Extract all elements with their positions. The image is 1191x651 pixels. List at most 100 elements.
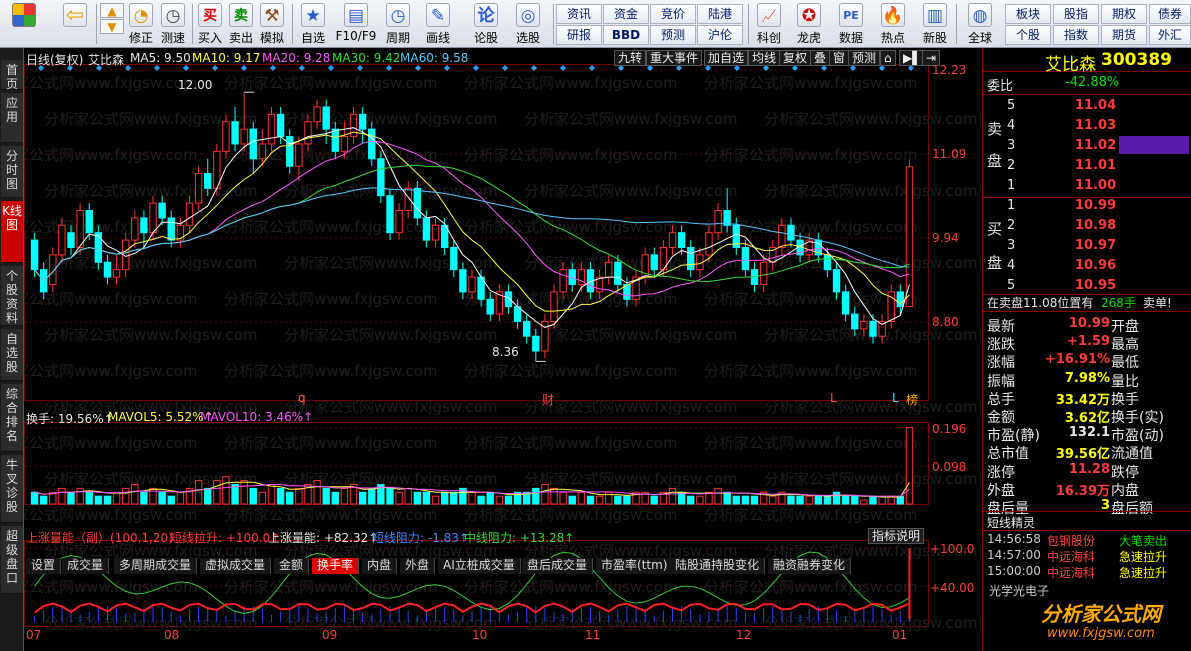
tab-timeshare[interactable]: 分时图	[1, 146, 23, 198]
kechuang-button[interactable]: 📈 科创	[752, 2, 786, 46]
research-button[interactable]: 研报	[556, 25, 602, 45]
add-watch-button[interactable]: 加自选	[704, 50, 749, 66]
adjust-price-button[interactable]: 复权	[779, 50, 812, 66]
discuss-button[interactable]: 论 论股	[469, 2, 503, 46]
stat-value: 10.99	[1068, 316, 1110, 331]
futures-button[interactable]: 期货	[1101, 25, 1147, 45]
tab-kline[interactable]: K线图	[1, 201, 23, 263]
shanghai-london-button[interactable]: 沪伦	[697, 25, 743, 45]
volume-bar	[358, 491, 367, 505]
predict-button[interactable]: 预测	[848, 50, 881, 66]
tab-apps[interactable]: 应用	[1, 93, 23, 143]
hot-button[interactable]: 🔥 热点	[876, 2, 910, 46]
watermark-text: 分析家公式网www.fxjgsw.com	[284, 614, 498, 632]
speed-test-button[interactable]: ◷ 测速	[157, 2, 189, 46]
period-button[interactable]: ◷ 周期	[381, 2, 415, 46]
sprite-item[interactable]: 15:00:00 中远海科 急速拉升	[983, 564, 1191, 584]
stocks-button[interactable]: 个股	[1005, 25, 1051, 45]
index-button[interactable]: 指数	[1053, 25, 1099, 45]
volume-bar	[468, 491, 476, 505]
options-button[interactable]: 期权	[1101, 4, 1147, 24]
forecast-button[interactable]: 预测	[650, 25, 696, 45]
tab-amount[interactable]: 金额	[274, 558, 310, 574]
tab-turnover-rate[interactable]: 换手率	[312, 558, 360, 574]
watchlist-button[interactable]: ★ 自选	[296, 2, 330, 46]
data-button[interactable]: PE 数据	[834, 2, 868, 46]
tab-ai-pile-volume[interactable]: AI立桩成交量	[438, 558, 521, 574]
watermark-text: 分析家公式网www.fxjgsw.com	[464, 146, 678, 164]
tab-watchlist[interactable]: 自选股	[1, 329, 23, 381]
candle-body	[522, 320, 531, 337]
major-events-button[interactable]: 重大事件	[646, 50, 703, 66]
volume-bar	[614, 495, 622, 505]
sell-button[interactable]: 卖 卖出	[226, 2, 256, 46]
tab-diagnosis[interactable]: 牛叉诊股	[1, 455, 23, 523]
window-button[interactable]: 窗	[829, 50, 850, 66]
funds-button[interactable]: 资金	[603, 4, 649, 24]
stock-screen-button[interactable]: ◎ 选股	[508, 2, 548, 46]
new-stock-button[interactable]: ▥ 新股	[918, 2, 952, 46]
global-button[interactable]: ◍ 全球	[960, 2, 1000, 46]
sector-button[interactable]: 板块	[1005, 4, 1051, 24]
info-button[interactable]: 资讯	[556, 4, 602, 24]
tab-after-hours-volume[interactable]: 盘后成交量	[522, 558, 594, 574]
forex-button[interactable]: 外汇	[1149, 25, 1191, 45]
f10-button[interactable]: ▤ F10/F9	[334, 2, 378, 46]
tab-multi-period-volume[interactable]: 多周期成交量	[114, 558, 198, 574]
tab-inner-volume[interactable]: 内盘	[362, 558, 398, 574]
event-mark-l1[interactable]: L	[830, 391, 837, 405]
bonds-button[interactable]: 债券	[1149, 4, 1191, 24]
watermark-text: 分析家公式网www.fxjgsw.com	[224, 218, 438, 236]
candle-body	[459, 269, 467, 293]
volume-bar	[204, 487, 212, 505]
data-label: 数据	[838, 31, 863, 45]
up-down-button[interactable]: ▲ ▼	[100, 2, 124, 46]
volume-tick-1: 0.196	[932, 422, 967, 436]
stat-label-2: 跌停	[1111, 464, 1139, 481]
bid-level-1: 1	[1007, 198, 1016, 213]
bid-price-4: 10.96	[1075, 258, 1117, 273]
tab-hk-holding-change[interactable]: 陆股通持股变化	[670, 558, 766, 574]
watermark-text: 分析家公式网www.fxjgsw.com	[704, 434, 918, 452]
app-grid-button[interactable]	[4, 2, 44, 46]
ma-button[interactable]: 均线	[748, 50, 781, 66]
watermark-text: 分析家公式网www.fxjgsw.com	[224, 74, 438, 92]
tab-home[interactable]: 首页	[1, 60, 23, 91]
event-mark-l2[interactable]: L	[892, 391, 899, 405]
overlay-button[interactable]: 叠	[810, 50, 831, 66]
tab-settings[interactable]: 设置	[26, 558, 62, 574]
tab-ranking[interactable]: 综合排名	[1, 384, 23, 452]
watermark-text: 分析家公式网www.fxjgsw.com	[704, 146, 918, 164]
candle-body	[677, 232, 686, 248]
kline-chart-area[interactable]: 分析家公式网www.fxjgsw.com 分析家公式网www.fxjgsw.com…	[24, 48, 982, 651]
volume-bar	[732, 495, 740, 505]
adjust-button[interactable]: ◔ 修正	[125, 2, 157, 46]
stat-label-2: 最高	[1111, 337, 1139, 354]
event-mark-cai[interactable]: 财	[542, 391, 554, 408]
order-alert-volume: 268手	[1101, 296, 1136, 310]
event-mark-q[interactable]: q	[298, 391, 306, 405]
hk-connect-button[interactable]: 陆港	[697, 4, 743, 24]
candle-body	[851, 313, 859, 330]
tab-super-order[interactable]: 超级盘口	[1, 526, 23, 594]
tab-volume[interactable]: 成交量	[62, 558, 110, 574]
stock-index-button[interactable]: 股指	[1053, 4, 1099, 24]
bbd-button[interactable]: BBD	[603, 25, 649, 45]
lock-icon[interactable]: ⌂	[880, 50, 896, 66]
tab-pe-ttm[interactable]: 市盈率(ttm)	[596, 558, 674, 574]
back-button[interactable]: ⇦	[56, 2, 94, 46]
tab-virtual-volume[interactable]: 虚拟成交量	[200, 558, 272, 574]
event-mark-bang[interactable]: 榜	[906, 391, 918, 408]
indicator-explain-button[interactable]: 指标说明	[868, 528, 925, 544]
indicator-name: 上涨量能（副）(100,1,20)	[26, 531, 173, 545]
buy-button[interactable]: 买 买入	[195, 2, 225, 46]
simulate-button[interactable]: ⚒ 模拟	[257, 2, 287, 46]
auction-button[interactable]: 竞价	[650, 4, 696, 24]
tab-outer-volume[interactable]: 外盘	[400, 558, 436, 574]
tab-stock-profile[interactable]: 个股资料	[1, 266, 23, 326]
dragon-tiger-button[interactable]: ✪ 龙虎	[792, 2, 826, 46]
nine-turn-button[interactable]: 九转	[614, 50, 647, 66]
tab-margin-change[interactable]: 融资融券变化	[768, 558, 852, 574]
stat-row: 涨跌 +1.59 最高	[983, 334, 1191, 354]
draw-line-button[interactable]: ✎ 画线	[421, 2, 455, 46]
